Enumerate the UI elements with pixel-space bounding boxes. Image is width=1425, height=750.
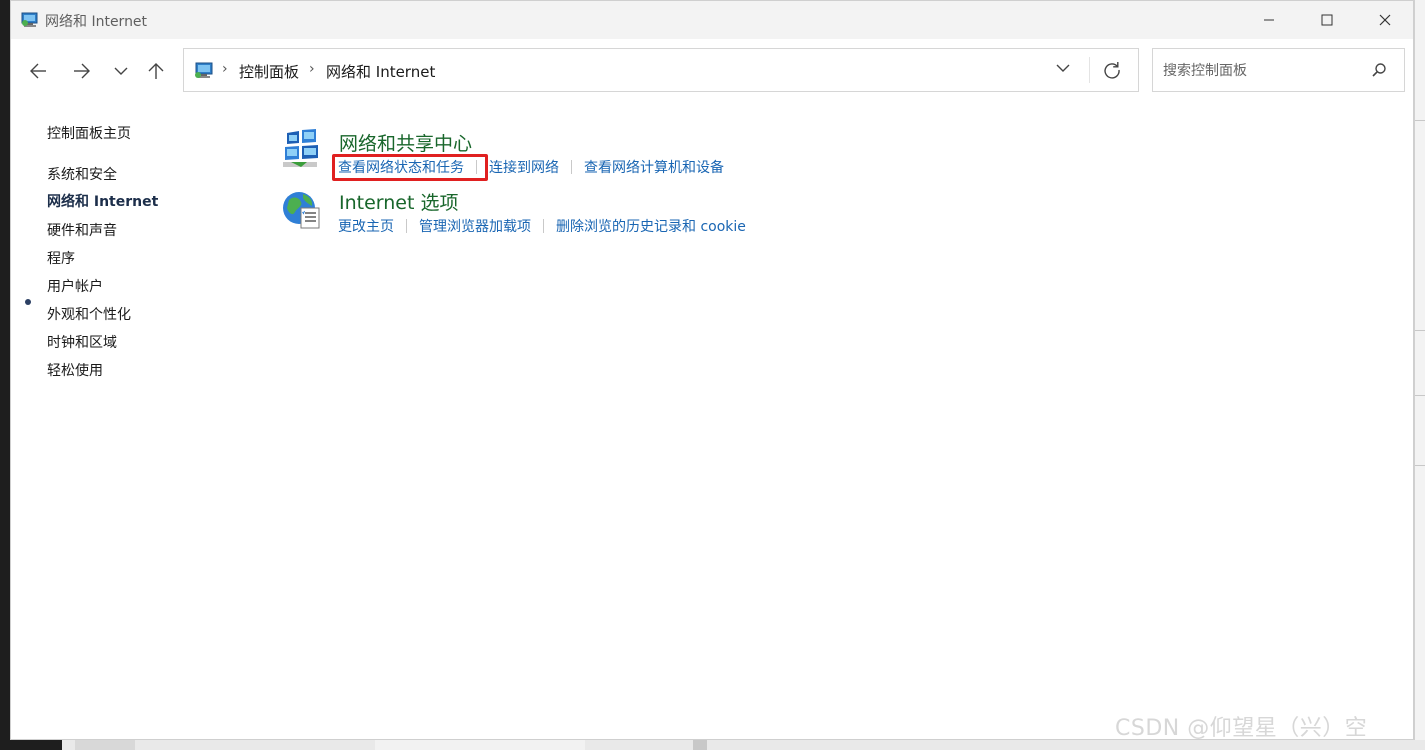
link-connect-to-network[interactable]: 连接到网络 [489, 160, 559, 176]
breadcrumb-network-internet[interactable]: 网络和 Internet [326, 61, 435, 82]
close-button[interactable] [1356, 1, 1414, 39]
recent-locations-button[interactable] [106, 57, 136, 85]
sidebar-item-home[interactable]: 控制面板主页 [47, 123, 131, 143]
link-view-network-computers[interactable]: 查看网络计算机和设备 [584, 160, 724, 176]
sidebar-item-programs[interactable]: 程序 [47, 248, 75, 268]
desktop-left-edge [0, 0, 10, 750]
sidebar-item-system-security[interactable]: 系统和安全 [47, 164, 117, 184]
minimize-button[interactable] [1240, 1, 1298, 39]
control-panel-icon [21, 12, 38, 27]
section-links-internet-options: 更改主页 管理浏览器加载项 删除浏览的历史记录和 cookie [338, 216, 746, 236]
watermark-text: CSDN @仰望星（兴）空 [1115, 716, 1368, 741]
highlight-annotation-box [332, 154, 488, 181]
section-title-internet-options[interactable]: Internet 选项 [339, 188, 458, 215]
search-icon[interactable] [1371, 62, 1387, 78]
address-divider [1089, 57, 1090, 83]
close-icon [1379, 14, 1391, 26]
breadcrumb-control-panel[interactable]: 控制面板 [239, 61, 299, 82]
refresh-icon[interactable] [1102, 60, 1122, 80]
arrow-left-icon [30, 63, 46, 79]
window-title: 网络和 Internet [45, 14, 148, 30]
control-panel-location-icon [195, 62, 213, 78]
link-divider [406, 219, 407, 233]
internet-options-icon[interactable] [281, 188, 323, 230]
search-box[interactable] [1152, 48, 1405, 92]
arrow-right-icon [74, 63, 90, 79]
control-panel-window: 网络和 Internet › 控制面板 › 网络和 Internet 搜索控制面… [10, 0, 1414, 740]
sidebar-item-ease-of-access[interactable]: 轻松使用 [47, 360, 103, 380]
up-button[interactable] [141, 57, 171, 85]
breadcrumb-separator: › [222, 61, 228, 77]
sidebar: 控制面板主页 系统和安全 网络和 Internet 硬件和声音 程序 用户帐户 … [11, 103, 271, 703]
sidebar-item-user-accounts[interactable]: 用户帐户 [47, 276, 103, 296]
sidebar-item-hardware-sound[interactable]: 硬件和声音 [47, 220, 117, 240]
sidebar-item-network-internet[interactable]: 网络和 Internet [47, 191, 158, 211]
search-input[interactable] [1161, 59, 1365, 83]
section-title-network-sharing[interactable]: 网络和共享中心 [339, 129, 472, 156]
title-bar: 网络和 Internet [11, 1, 1413, 39]
chevron-down-icon [114, 67, 128, 75]
link-divider [543, 219, 544, 233]
sidebar-item-clock-region[interactable]: 时钟和区域 [47, 332, 117, 352]
minimize-icon [1264, 19, 1274, 21]
back-button[interactable] [23, 57, 53, 85]
network-sharing-center-icon[interactable] [281, 129, 323, 171]
navigation-bar: › 控制面板 › 网络和 Internet [11, 39, 1413, 103]
link-divider [571, 160, 572, 174]
sidebar-item-appearance[interactable]: 外观和个性化 [47, 304, 131, 324]
desktop-right-edge [1414, 0, 1425, 750]
address-bar[interactable]: › 控制面板 › 网络和 Internet [183, 48, 1139, 92]
forward-button[interactable] [67, 57, 97, 85]
link-manage-addons[interactable]: 管理浏览器加载项 [419, 219, 531, 235]
maximize-icon [1321, 14, 1333, 26]
address-dropdown-icon[interactable] [1056, 63, 1070, 73]
link-change-homepage[interactable]: 更改主页 [338, 219, 394, 235]
arrow-up-icon [148, 63, 164, 79]
breadcrumb-separator: › [309, 61, 315, 77]
maximize-button[interactable] [1298, 1, 1356, 39]
link-delete-history[interactable]: 删除浏览的历史记录和 cookie [556, 219, 746, 235]
active-indicator [25, 299, 31, 305]
